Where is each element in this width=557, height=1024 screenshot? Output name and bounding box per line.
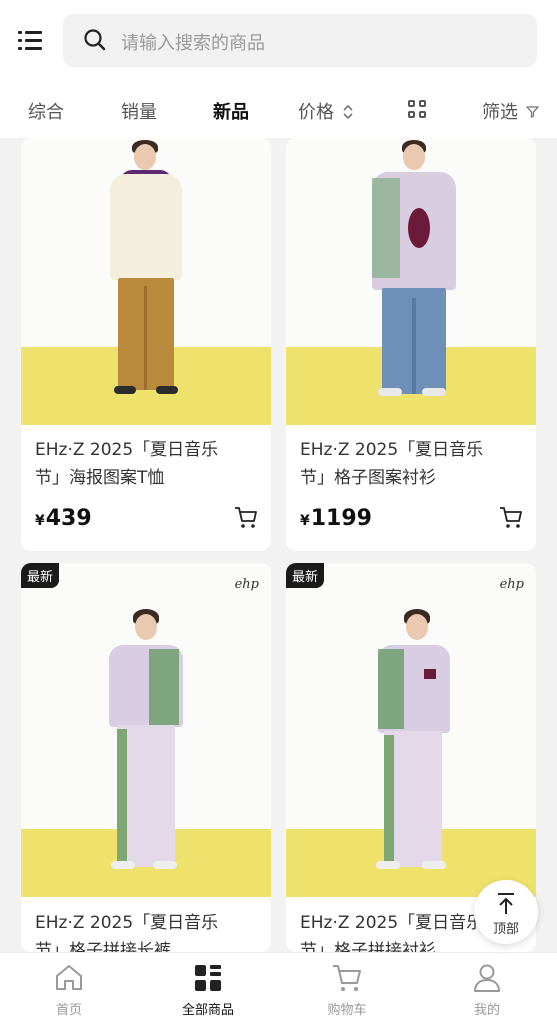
tab-filter-label: 筛选 <box>482 102 518 123</box>
tab-sales[interactable]: 销量 <box>121 98 157 124</box>
nav-mine[interactable]: 我的 <box>427 953 547 1024</box>
product-title: EHz·Z 2025「夏日音乐 节」格子图案衬衫 <box>300 440 484 488</box>
add-to-cart-button[interactable] <box>233 504 259 534</box>
add-to-cart-button[interactable] <box>498 504 524 534</box>
sort-tabs: 综合 销量 新品 价格 筛选 <box>0 82 557 138</box>
back-to-top-label: 顶部 <box>492 922 519 937</box>
brand-logo: ehp <box>234 577 259 592</box>
grid-icon[interactable] <box>408 100 427 119</box>
nav-mine-label: 我的 <box>473 1003 500 1018</box>
product-price: ¥439 <box>35 506 92 531</box>
product-card[interactable]: 最新 ehp EHz·Z 2025「夏日音乐 节」格子拼接长裤 <box>21 563 271 952</box>
product-image: 最新 ehp <box>21 563 271 897</box>
back-to-top-button[interactable]: 顶部 <box>474 880 538 944</box>
tab-filter[interactable]: 筛选 <box>482 98 540 124</box>
tab-price[interactable]: 价格 <box>298 98 354 124</box>
top-bar: 请输入搜索的商品 <box>0 0 557 82</box>
tab-comprehensive[interactable]: 综合 <box>28 98 64 124</box>
chevron-up-down-icon <box>343 104 353 120</box>
cart-icon <box>333 965 361 991</box>
brand-logo: ehp <box>499 577 524 592</box>
new-badge: 最新 <box>286 563 325 588</box>
home-icon <box>56 965 82 990</box>
product-image <box>21 138 271 425</box>
nav-all-products[interactable]: 全部商品 <box>148 953 268 1024</box>
product-title: EHz·Z 2025「夏日音乐 节」海报图案T恤 <box>35 440 219 488</box>
search-icon <box>84 29 106 51</box>
menu-icon[interactable] <box>18 29 44 53</box>
search-input[interactable]: 请输入搜索的商品 <box>63 14 537 67</box>
nav-all-products-label: 全部商品 <box>181 1003 234 1018</box>
user-icon <box>474 964 500 992</box>
product-title: EHz·Z 2025「夏日音乐 节」格子拼接长裤 <box>35 913 219 952</box>
bottom-nav: 首页 全部商品 购物车 我的 <box>0 952 557 1024</box>
product-price: ¥1199 <box>300 506 372 531</box>
tab-new[interactable]: 新品 <box>213 98 249 124</box>
product-image <box>286 138 536 425</box>
cart-icon <box>500 507 522 528</box>
nav-cart[interactable]: 购物车 <box>287 953 407 1024</box>
tab-price-label: 价格 <box>298 102 334 123</box>
search-placeholder: 请输入搜索的商品 <box>121 33 265 54</box>
product-card[interactable]: EHz·Z 2025「夏日音乐 节」海报图案T恤 ¥439 <box>21 138 271 551</box>
nav-cart-label: 购物车 <box>327 1003 367 1018</box>
nav-home-label: 首页 <box>55 1003 82 1018</box>
product-image: 最新 ehp <box>286 563 536 897</box>
category-grid-icon <box>195 965 221 991</box>
cart-icon <box>235 507 257 528</box>
nav-home[interactable]: 首页 <box>9 953 129 1024</box>
funnel-icon <box>525 106 540 119</box>
arrow-up-icon <box>498 893 514 914</box>
new-badge: 最新 <box>21 563 60 588</box>
product-card[interactable]: EHz·Z 2025「夏日音乐 节」格子图案衬衫 ¥1199 <box>286 138 536 551</box>
